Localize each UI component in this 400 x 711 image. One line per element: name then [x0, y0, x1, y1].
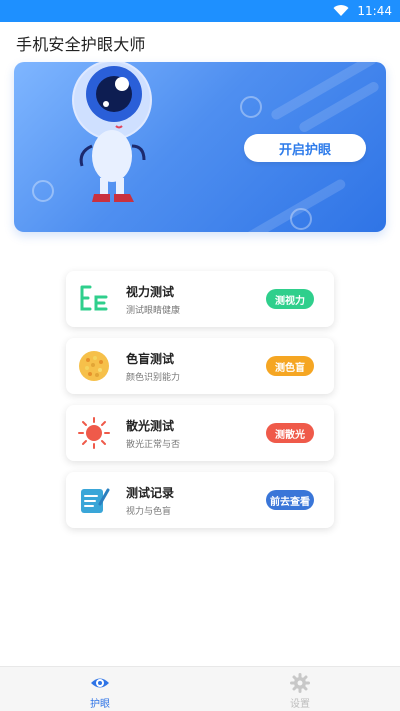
tab-label: 护眼 — [90, 699, 110, 710]
view-records-button[interactable]: 前去查看 — [266, 490, 314, 510]
card-title: 视力测试 — [126, 285, 175, 299]
card-title: 色盲测试 — [126, 352, 175, 366]
status-bar: 11:44 — [0, 0, 400, 22]
wifi-icon — [333, 5, 349, 17]
sunburst-icon — [78, 417, 110, 449]
color-dots-icon — [79, 351, 109, 381]
banner-circle-decoration — [32, 180, 54, 202]
astigmatism-test-card[interactable]: 散光测试 散光正常与否 测散光 — [66, 405, 334, 461]
card-title: 测试记录 — [126, 486, 175, 500]
app-title: 手机安全护眼大师 — [16, 35, 146, 54]
bottom-tab-bar: 护眼 设置 — [0, 666, 400, 711]
status-time: 11:44 — [357, 4, 392, 18]
card-title: 散光测试 — [126, 419, 175, 433]
color-blind-test-card[interactable]: 色盲测试 颜色识别能力 测色盲 — [66, 338, 334, 394]
test-astigmatism-button[interactable]: 测散光 — [266, 423, 314, 443]
test-vision-button[interactable]: 测视力 — [266, 289, 314, 309]
card-subtitle: 散光正常与否 — [126, 440, 181, 450]
tab-label: 设置 — [290, 699, 310, 710]
test-records-card[interactable]: 测试记录 视力与色盲 前去查看 — [66, 472, 334, 528]
tab-settings[interactable]: 设置 — [270, 673, 330, 710]
eyeball-mascot — [72, 62, 152, 202]
gear-icon — [290, 673, 310, 693]
banner-circle-decoration — [290, 208, 312, 230]
hero-banner: 开启护眼 — [14, 62, 386, 232]
vision-test-card[interactable]: 视力测试 测试眼睛健康 测视力 — [66, 271, 334, 327]
banner-decoration — [220, 177, 348, 232]
record-edit-icon — [81, 488, 110, 513]
card-subtitle: 测试眼睛健康 — [126, 306, 181, 316]
card-subtitle: 颜色识别能力 — [126, 373, 181, 383]
banner-circle-decoration — [240, 96, 262, 118]
eye-icon — [91, 678, 109, 688]
card-subtitle: 视力与色盲 — [126, 507, 172, 517]
test-color-blind-button[interactable]: 测色盲 — [266, 356, 314, 376]
eye-chart-icon — [80, 285, 108, 311]
start-eye-protection-button[interactable]: 开启护眼 — [244, 134, 366, 162]
tab-eye-care[interactable]: 护眼 — [70, 673, 130, 710]
